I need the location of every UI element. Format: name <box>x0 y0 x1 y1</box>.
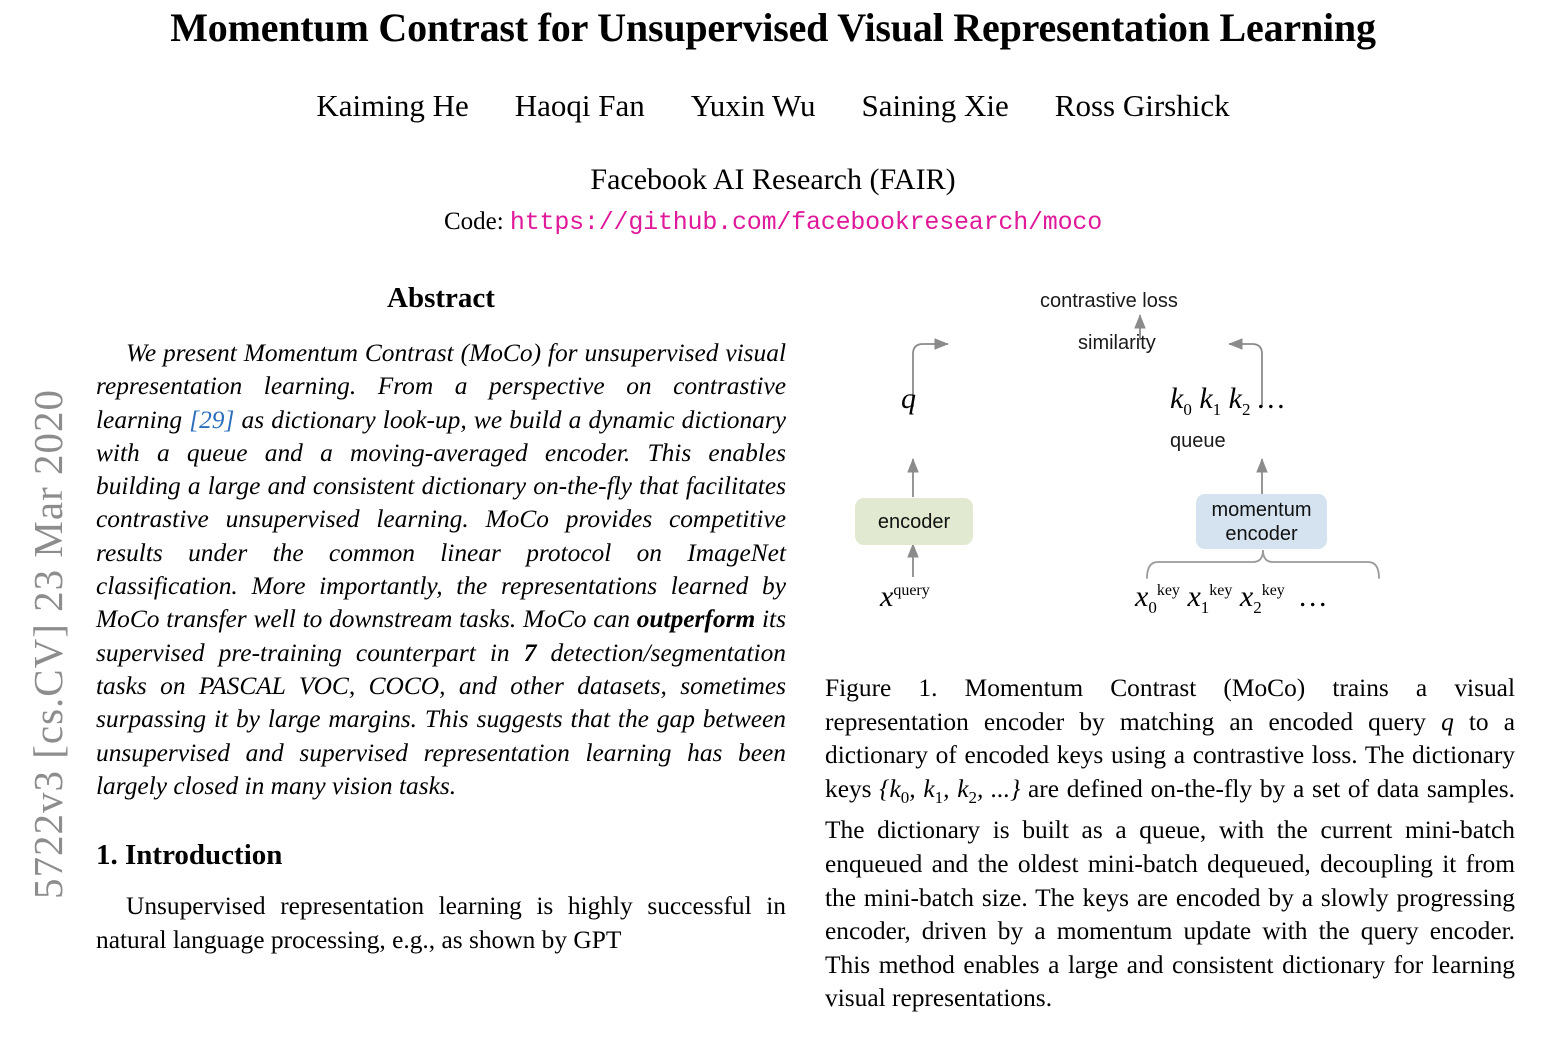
code-line: Code: https://github.com/facebookresearc… <box>0 208 1546 237</box>
caption-part-1: Figure 1. Momentum Contrast (MoCo) train… <box>825 674 1515 736</box>
momentum-encoder-label-line1: momentum <box>1211 498 1312 521</box>
abstract-body: We present Momentum Contrast (MoCo) for … <box>96 337 786 803</box>
left-column: Abstract We present Momentum Contrast (M… <box>96 282 786 958</box>
arxiv-stamp: 5722v3 [cs.CV] 23 Mar 2020 <box>25 389 71 899</box>
encoder-box[interactable]: encoder <box>855 498 973 545</box>
right-column: contrastive loss similarity q k0 k1 k2 …… <box>825 282 1515 1041</box>
caption-math-keyset: {k0, k1, k2, ...} <box>879 774 1021 807</box>
affiliation: Facebook AI Research (FAIR) <box>590 163 956 196</box>
key-symbols: k0 k1 k2 … <box>1170 382 1285 419</box>
author-name: Saining Xie <box>861 88 1009 123</box>
momentum-encoder-label-line2: encoder <box>1225 522 1298 545</box>
abstract-citation[interactable]: [29] <box>189 406 234 434</box>
arrow-q-to-similarity <box>912 338 949 407</box>
brace-key-samples <box>1146 549 1380 579</box>
caption-part-3: are defined on-the-fly by a set of data … <box>825 774 1515 1013</box>
abstract-heading: Abstract <box>387 282 495 314</box>
code-label: Code: <box>443 208 504 235</box>
q-symbol: q <box>901 382 916 415</box>
author-name: Yuxin Wu <box>690 88 816 123</box>
momentum-encoder-box[interactable]: momentum encoder <box>1196 494 1327 549</box>
encoder-box-label: encoder <box>877 510 951 533</box>
author-name: Haoqi Fan <box>514 88 645 123</box>
x-query-symbol: xquery <box>880 580 930 613</box>
code-url-link[interactable]: https://github.com/facebookresearch/moco <box>510 208 1102 237</box>
author-name: Ross Girshick <box>1054 88 1230 123</box>
figure-1-diagram: contrastive loss similarity q k0 k1 k2 …… <box>825 282 1515 654</box>
queue-label: queue <box>1170 430 1226 452</box>
introduction-heading: 1. Introduction <box>96 839 283 872</box>
x-key-symbols: x0key x1key x2key … <box>1135 580 1327 617</box>
caption-math-q: q <box>1441 707 1454 736</box>
page-title: Momentum Contrast for Unsupervised Visua… <box>170 5 1376 50</box>
introduction-body: Unsupervised representation learning is … <box>96 890 786 958</box>
author-list: Kaiming He Haoqi Fan Yuxin Wu Saining Xie Ro… <box>0 88 1546 124</box>
figure-1-caption: Figure 1. Momentum Contrast (MoCo) train… <box>825 672 1515 1016</box>
similarity-label: similarity <box>1078 332 1156 354</box>
contrastive-loss-label: contrastive loss <box>1040 290 1178 312</box>
introduction-text: Unsupervised representation learning is … <box>96 892 786 954</box>
abstract-part-2: as dictionary look-up, we build a dynami… <box>96 405 787 634</box>
abstract-bold-outperform: outperform <box>636 605 756 634</box>
author-name: Kaiming He <box>316 88 469 123</box>
abstract-bold-seven: 7 <box>523 638 537 667</box>
